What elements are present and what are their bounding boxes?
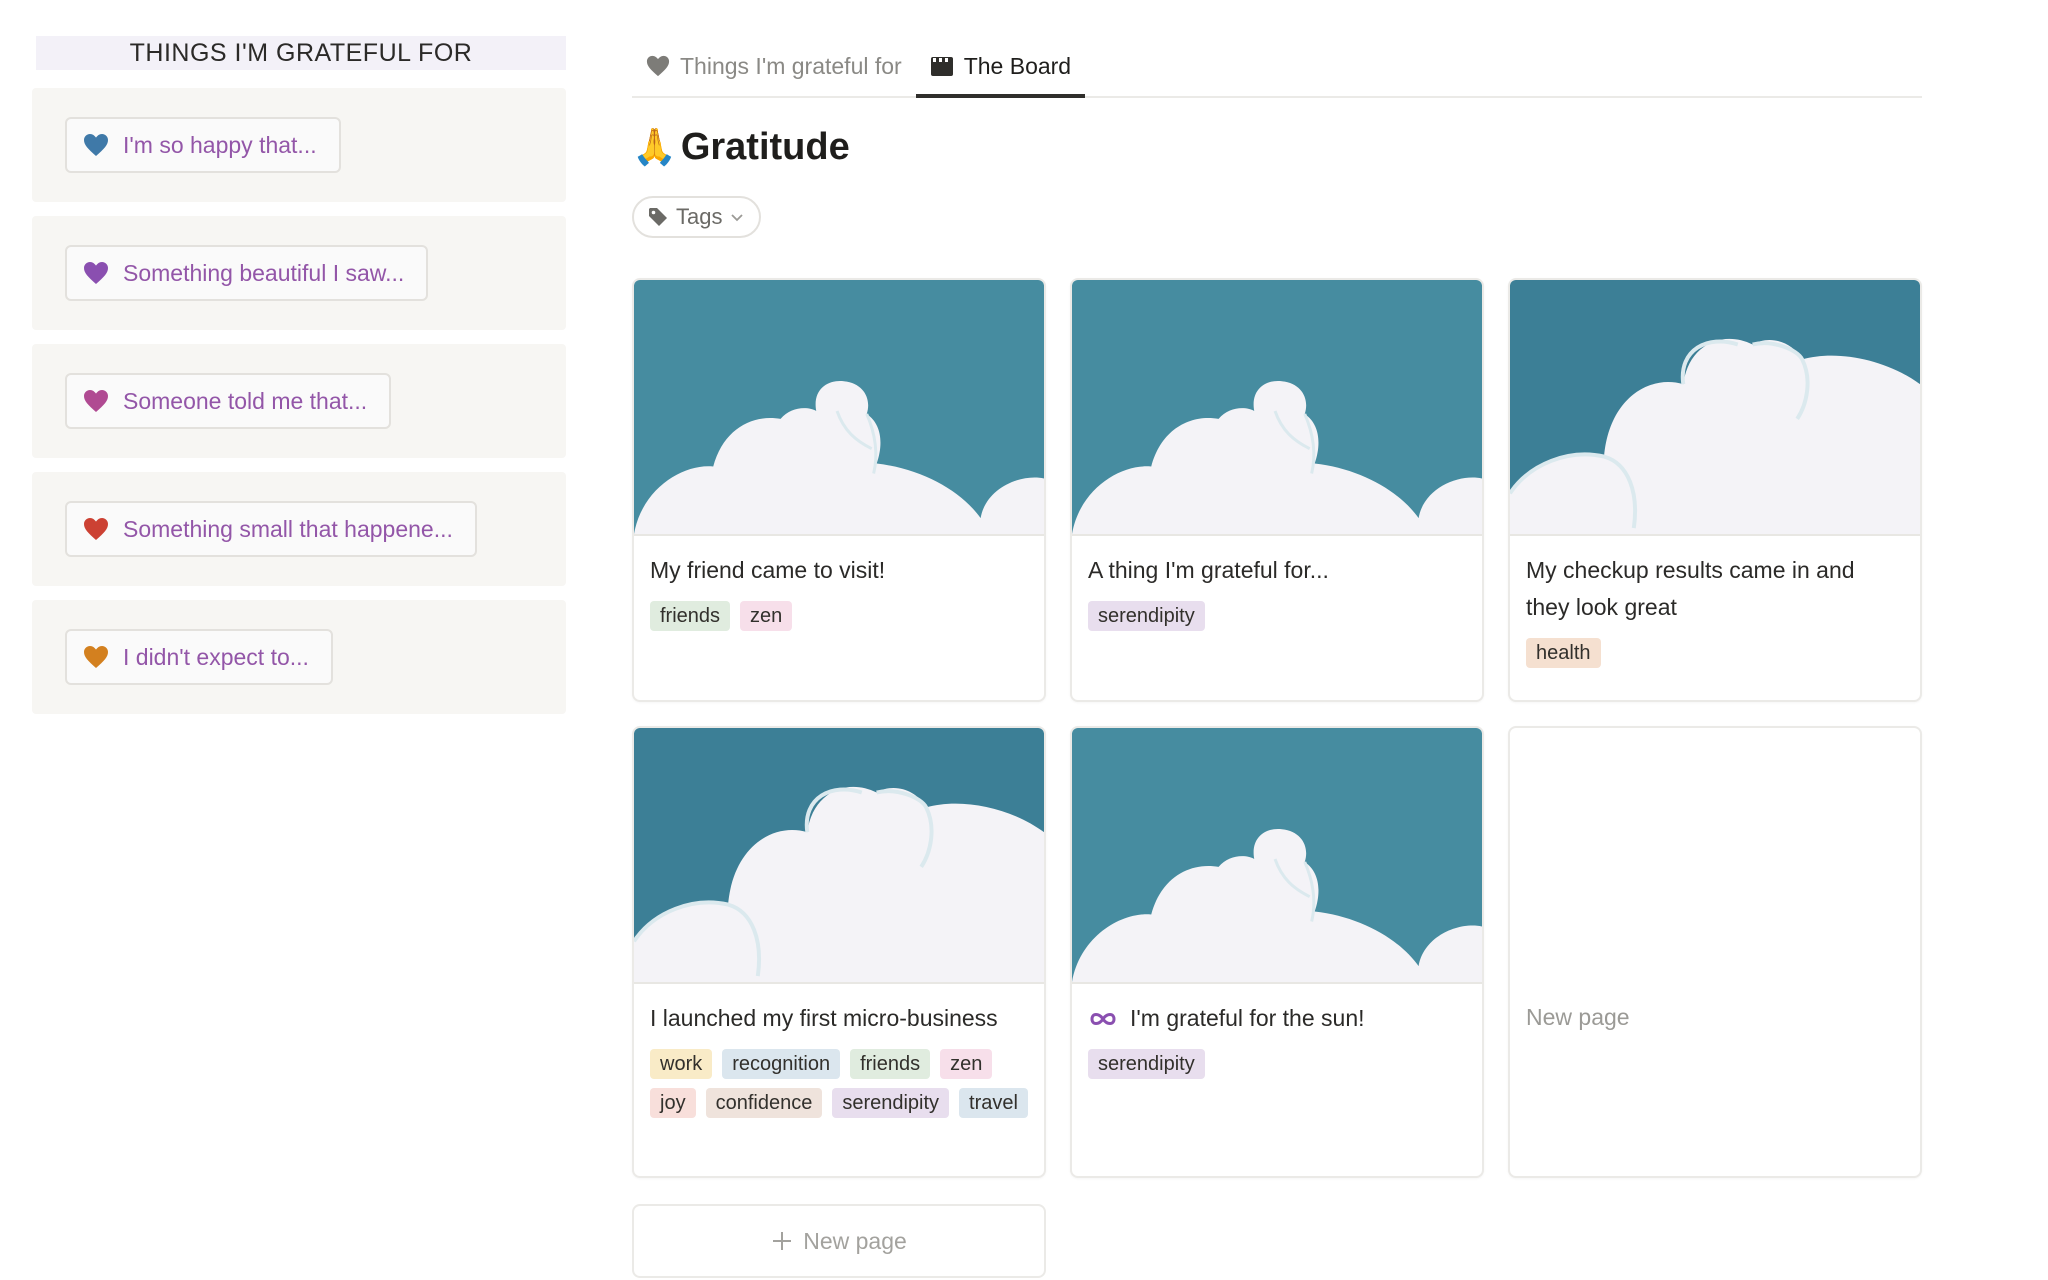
chevron-down-icon	[731, 214, 744, 222]
card-title: My checkup results came in and they look…	[1526, 557, 1855, 620]
heart-icon	[646, 55, 670, 77]
clapperboard-icon	[930, 57, 953, 76]
tab-label: Things I'm grateful for	[680, 52, 902, 79]
prompt-button-small-thing[interactable]: Something small that happene...	[65, 501, 477, 557]
tag-zen: zen	[740, 601, 793, 631]
card-title: I launched my first micro-business	[650, 1005, 998, 1031]
prompt-button-beautiful[interactable]: Something beautiful I saw...	[65, 245, 429, 301]
cloud-cover-image	[1072, 728, 1482, 984]
board-card[interactable]: I'm grateful for the sun! serendipity	[1070, 726, 1484, 1178]
heart-icon	[84, 134, 108, 156]
tag-serendipity: serendipity	[1088, 1049, 1205, 1079]
page-title: 🙏 Gratitude	[632, 122, 1922, 172]
card-tags: serendipity	[1088, 601, 1466, 631]
prompt-label: I didn't expect to...	[123, 643, 309, 670]
plus-icon	[773, 1232, 792, 1250]
card-tags: health	[1526, 638, 1904, 668]
prompt-block: Something beautiful I saw...	[32, 216, 566, 330]
board-card[interactable]: I launched my first micro-business work …	[632, 726, 1046, 1178]
tag-icon	[649, 208, 667, 226]
cloud-cover-image	[634, 728, 1044, 984]
tag-travel: travel	[959, 1088, 1028, 1118]
card-title: My friend came to visit!	[650, 557, 886, 583]
tag-work: work	[650, 1049, 713, 1079]
prompt-label: Something small that happene...	[123, 515, 453, 542]
prompt-label: I'm so happy that...	[123, 131, 317, 158]
tag-serendipity: serendipity	[832, 1088, 950, 1118]
tag-confidence: confidence	[705, 1088, 823, 1118]
heart-icon	[84, 262, 108, 284]
tags-filter-button[interactable]: Tags	[632, 196, 761, 238]
tag-recognition: recognition	[722, 1049, 841, 1079]
tag-friends: friends	[850, 1049, 931, 1079]
panel-heading: THINGS I'M GRATEFUL FOR	[36, 36, 566, 70]
praying-hands-icon: 🙏	[632, 126, 677, 167]
prompt-block: Something small that happene...	[32, 472, 566, 586]
card-tags: serendipity	[1088, 1049, 1466, 1079]
prompt-button-didnt-expect[interactable]: I didn't expect to...	[65, 629, 333, 685]
cloud-cover-image	[634, 280, 1044, 536]
prompt-block: I'm so happy that...	[32, 88, 566, 202]
heart-icon	[84, 518, 108, 540]
page-title-text: Gratitude	[680, 125, 850, 168]
new-page-button[interactable]: New page	[632, 1204, 1046, 1278]
new-page-label: New page	[803, 1227, 907, 1254]
prompt-label: Someone told me that...	[123, 387, 368, 414]
prompt-block: I didn't expect to...	[32, 600, 566, 714]
gratitude-prompts-panel: THINGS I'M GRATEFUL FOR I'm so happy tha…	[32, 36, 566, 714]
heart-icon	[84, 390, 108, 412]
tag-health: health	[1526, 638, 1601, 668]
tag-friends: friends	[650, 601, 731, 631]
heart-icon	[84, 646, 108, 668]
card-tags: work recognition friends zen joy confide…	[650, 1049, 1028, 1118]
prompt-button-someone-told[interactable]: Someone told me that...	[65, 373, 392, 429]
view-tabs: Things I'm grateful for The Board	[632, 36, 1922, 98]
filter-label: Tags	[676, 204, 723, 229]
board-view: Things I'm grateful for The Board 🙏 Grat…	[632, 36, 1922, 1278]
infinity-icon	[1090, 1012, 1116, 1025]
prompt-button-happy[interactable]: I'm so happy that...	[65, 117, 341, 173]
board-card[interactable]: My checkup results came in and they look…	[1508, 278, 1922, 702]
board-card[interactable]: A thing I'm grateful for... serendipity	[1070, 278, 1484, 702]
tab-label: The Board	[963, 52, 1072, 79]
tab-things-grateful-for[interactable]: Things I'm grateful for	[632, 36, 916, 96]
card-title-row: I'm grateful for the sun!	[1088, 1000, 1466, 1037]
board-card-empty[interactable]: New page	[1508, 726, 1922, 1178]
cloud-cover-image	[1072, 280, 1482, 536]
card-grid: My friend came to visit! friends zen A t…	[632, 278, 1922, 1178]
card-title: New page	[1526, 1004, 1630, 1030]
card-title: A thing I'm grateful for...	[1088, 557, 1329, 583]
prompt-block: Someone told me that...	[32, 344, 566, 458]
tag-serendipity: serendipity	[1088, 601, 1205, 631]
tag-zen: zen	[940, 1049, 993, 1079]
card-title: I'm grateful for the sun!	[1130, 1005, 1365, 1031]
prompt-label: Something beautiful I saw...	[123, 259, 405, 286]
board-card[interactable]: My friend came to visit! friends zen	[632, 278, 1046, 702]
tab-the-board[interactable]: The Board	[915, 38, 1086, 98]
card-tags: friends zen	[650, 601, 1028, 631]
tag-joy: joy	[650, 1088, 696, 1118]
cloud-cover-image	[1510, 280, 1920, 536]
